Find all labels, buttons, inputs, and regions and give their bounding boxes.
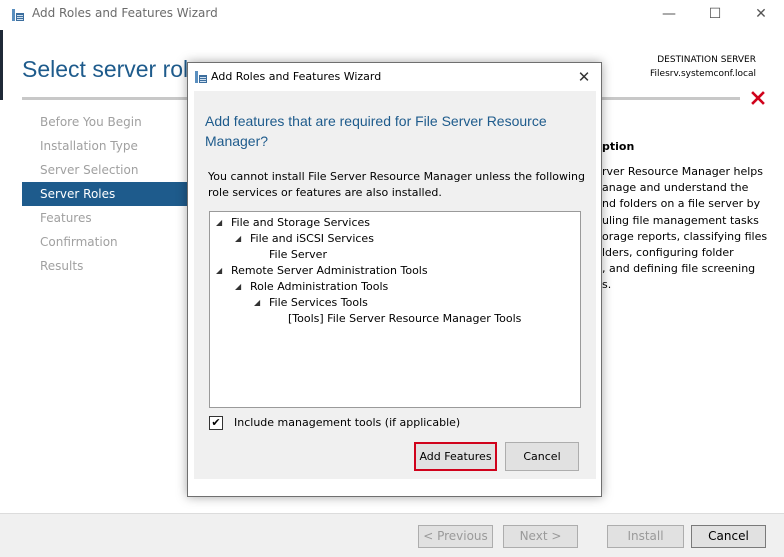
tree-item[interactable]: ◢ File and iSCSI Services xyxy=(210,231,580,247)
description-line: s. xyxy=(602,278,612,292)
dialog-message: You cannot install File Server Resource … xyxy=(208,170,586,199)
nav-item-before-you-begin[interactable]: Before You Begin xyxy=(22,110,187,134)
destination-server-label: DESTINATION SERVER xyxy=(657,55,756,65)
tree-item[interactable]: ◢ File Services Tools xyxy=(210,295,580,311)
description-line: anage and understand the xyxy=(602,181,749,195)
dialog-heading: Add features that are required for File … xyxy=(205,113,547,149)
description-heading: ption xyxy=(602,140,635,153)
page-title: Select server roles xyxy=(22,56,213,82)
dialog-title-bar: Add Roles and Features Wizard ✕ xyxy=(188,63,601,91)
maximize-button[interactable]: ☐ xyxy=(692,0,738,30)
wizard-cancel-button[interactable]: Cancel xyxy=(691,525,766,548)
description-line: nd folders on a file server by xyxy=(602,197,761,211)
tree-item[interactable]: [Tools] File Server Resource Manager Too… xyxy=(210,311,580,327)
window-title: Add Roles and Features Wizard xyxy=(32,6,218,20)
close-button[interactable]: ✕ xyxy=(738,0,784,30)
tree-item[interactable]: ◢ Remote Server Administration Tools xyxy=(210,263,580,279)
nav-item-server-roles[interactable]: Server Roles xyxy=(22,182,187,206)
nav-item-features[interactable]: Features xyxy=(22,206,187,230)
description-line: orage reports, classifying files xyxy=(602,229,768,243)
tree-item[interactable]: ◢ File and Storage Services xyxy=(210,215,580,231)
left-edge-bar xyxy=(0,30,3,100)
description-line: uling file management tasks xyxy=(602,213,759,227)
tree-item[interactable]: ◢ Role Administration Tools xyxy=(210,279,580,295)
collapse-arrow-icon[interactable]: ◢ xyxy=(235,231,241,247)
destination-server-name: Filesrv.systemconf.local xyxy=(650,69,756,79)
install-button[interactable]: Install xyxy=(607,525,684,548)
server-manager-icon xyxy=(195,71,207,83)
collapse-arrow-icon[interactable]: ◢ xyxy=(216,215,222,231)
wizard-nav: Before You Begin Installation Type Serve… xyxy=(22,110,187,278)
dialog-title: Add Roles and Features Wizard xyxy=(211,70,382,83)
next-button[interactable]: Next > xyxy=(503,525,578,548)
collapse-arrow-icon[interactable]: ◢ xyxy=(254,295,260,311)
minimize-button[interactable]: — xyxy=(646,0,692,30)
nav-item-server-selection[interactable]: Server Selection xyxy=(22,158,187,182)
error-x-icon[interactable] xyxy=(750,90,766,106)
description-line: , and defining file screening xyxy=(602,262,756,276)
server-manager-icon xyxy=(12,9,24,21)
description-line: lders, configuring folder xyxy=(602,246,734,260)
add-features-dialog: Add Roles and Features Wizard ✕ Add feat… xyxy=(187,62,602,497)
collapse-arrow-icon[interactable]: ◢ xyxy=(235,279,241,295)
description-text: rver Resource Manager helps anage and un… xyxy=(602,164,772,294)
collapse-arrow-icon[interactable]: ◢ xyxy=(216,263,222,279)
include-tools-checkbox[interactable]: ✔ xyxy=(209,416,223,430)
nav-item-results[interactable]: Results xyxy=(22,254,187,278)
add-features-button[interactable]: Add Features xyxy=(414,442,497,471)
tree-item[interactable]: File Server xyxy=(210,247,580,263)
include-tools-label[interactable]: Include management tools (if applicable) xyxy=(234,415,460,431)
description-line: rver Resource Manager helps xyxy=(602,165,763,178)
required-features-tree[interactable]: ◢ File and Storage Services ◢ File and i… xyxy=(209,211,581,408)
nav-item-confirmation[interactable]: Confirmation xyxy=(22,230,187,254)
nav-item-installation-type[interactable]: Installation Type xyxy=(22,134,187,158)
dialog-cancel-button[interactable]: Cancel xyxy=(505,442,579,471)
dialog-close-button[interactable]: ✕ xyxy=(570,65,598,89)
previous-button[interactable]: < Previous xyxy=(418,525,493,548)
title-bar: Add Roles and Features Wizard — ☐ ✕ xyxy=(0,0,784,30)
